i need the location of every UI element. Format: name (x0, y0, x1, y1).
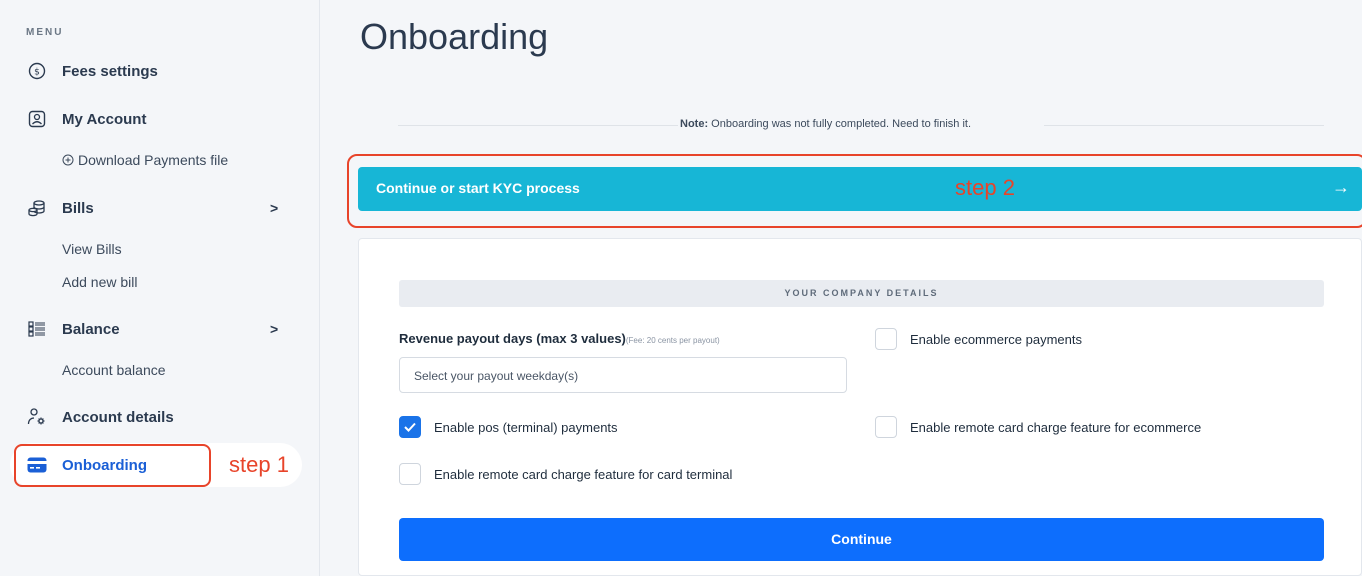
kyc-process-button[interactable]: Continue or start KYC process step 2 → (358, 167, 1362, 211)
ecommerce-payments-checkbox[interactable] (875, 328, 897, 350)
sidebar-item-label: Download Payments file (78, 152, 229, 168)
payout-fee-hint: (Fee: 20 cents per payout) (625, 336, 720, 345)
pos-payments-checkbox[interactable] (399, 416, 421, 438)
sidebar-item-label: Account details (62, 408, 174, 426)
arrow-right-icon: → (1332, 177, 1350, 197)
checkbox-label: Enable ecommerce payments (910, 331, 1082, 347)
dollar-circle-icon: $ (26, 60, 48, 82)
menu-label: MENU (26, 27, 64, 38)
sidebar-item-bills[interactable]: Bills > (26, 196, 286, 220)
checkbox-label: Enable pos (terminal) payments (434, 419, 618, 435)
section-title: YOUR COMPANY DETAILS (399, 280, 1324, 307)
page-title: Onboarding (360, 16, 549, 57)
chevron-right-icon: > (270, 200, 279, 216)
remote-terminal-checkbox[interactable] (399, 463, 421, 485)
divider (1044, 125, 1324, 126)
step1-highlight-box (14, 444, 211, 487)
check-icon (404, 422, 416, 432)
user-gear-icon (26, 406, 48, 428)
payout-weekday-placeholder: Select your payout weekday(s) (414, 369, 579, 383)
payout-days-label: Revenue payout days (max 3 values)(Fee: … (399, 331, 720, 346)
onboarding-note: Note: Onboarding was not fully completed… (678, 118, 974, 130)
step2-annotation: step 2 (955, 175, 1015, 200)
continue-button[interactable]: Continue (399, 518, 1324, 561)
divider (398, 125, 678, 126)
remote-terminal-checkbox-row[interactable]: Enable remote card charge feature for ca… (399, 463, 732, 485)
sidebar-item-label: Bills (62, 199, 94, 217)
remote-ecommerce-checkbox[interactable] (875, 416, 897, 438)
sidebar-item-label: Fees settings (62, 62, 158, 80)
kyc-process-label: Continue or start KYC process (376, 180, 580, 196)
sidebar-item-view-bills[interactable]: View Bills (62, 241, 122, 257)
sidebar: MENU $ Fees settings My Account Download… (0, 0, 320, 576)
ecommerce-payments-checkbox-row[interactable]: Enable ecommerce payments (875, 328, 1082, 350)
sidebar-item-download-payments[interactable]: Download Payments file (62, 152, 228, 168)
payout-days-label-text: Revenue payout days (max 3 values) (399, 331, 626, 346)
svg-text:$: $ (34, 68, 40, 78)
sidebar-item-fees-settings[interactable]: $ Fees settings (26, 59, 158, 83)
step1-annotation: step 1 (229, 452, 289, 477)
list-icon (26, 318, 48, 340)
coins-icon (26, 197, 48, 219)
plus-circle-icon (62, 154, 74, 166)
sidebar-item-my-account[interactable]: My Account (26, 107, 146, 131)
payout-weekday-select[interactable]: Select your payout weekday(s) (399, 357, 847, 393)
checkbox-label: Enable remote card charge feature for ec… (910, 419, 1202, 435)
sidebar-item-account-details[interactable]: Account details (26, 405, 174, 429)
user-box-icon (26, 108, 48, 130)
checkbox-label: Enable remote card charge feature for ca… (434, 466, 733, 482)
sidebar-item-label: Balance (62, 320, 120, 338)
note-message: Onboarding was not fully completed. Need… (708, 118, 972, 130)
remote-ecommerce-checkbox-row[interactable]: Enable remote card charge feature for ec… (875, 416, 1201, 438)
note-prefix: Note: (680, 118, 709, 130)
sidebar-item-account-balance[interactable]: Account balance (62, 362, 166, 378)
sidebar-item-add-new-bill[interactable]: Add new bill (62, 274, 138, 290)
sidebar-item-label: My Account (62, 110, 147, 128)
chevron-right-icon: > (270, 321, 279, 337)
pos-payments-checkbox-row[interactable]: Enable pos (terminal) payments (399, 416, 618, 438)
sidebar-item-balance[interactable]: Balance > (26, 317, 286, 341)
